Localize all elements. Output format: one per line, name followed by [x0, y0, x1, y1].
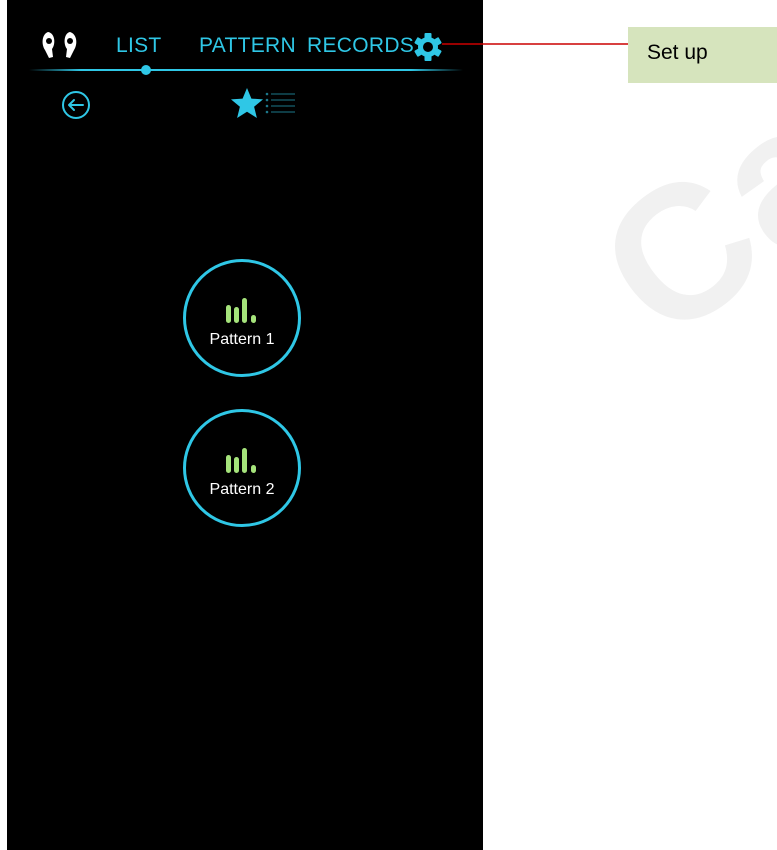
gear-icon[interactable] — [413, 32, 443, 62]
back-arrow-icon[interactable] — [60, 89, 92, 121]
top-navigation: LIST PATTERN RECORDS — [7, 28, 483, 68]
pattern-label: Pattern 2 — [209, 481, 275, 498]
active-tab-indicator — [141, 65, 151, 75]
pattern-2-button[interactable]: Pattern 2 — [183, 409, 301, 527]
tab-pattern[interactable]: PATTERN — [199, 34, 296, 58]
setup-annotation-label: Set up — [628, 27, 777, 83]
tab-records[interactable]: RECORDS — [307, 34, 414, 58]
equalizer-bars-icon — [226, 298, 256, 323]
equalizer-bars-icon — [226, 448, 256, 473]
star-icon[interactable] — [229, 86, 265, 120]
tab-list[interactable]: LIST — [116, 34, 162, 58]
earbuds-icon[interactable] — [40, 30, 100, 60]
pattern-1-button[interactable]: Pattern 1 — [183, 259, 301, 377]
pattern-label: Pattern 1 — [209, 331, 275, 348]
app-screen: LIST PATTERN RECORDS Pattern 1 Pattern 2 — [7, 0, 483, 850]
list-icon[interactable] — [265, 91, 297, 115]
nav-underline — [29, 69, 463, 71]
